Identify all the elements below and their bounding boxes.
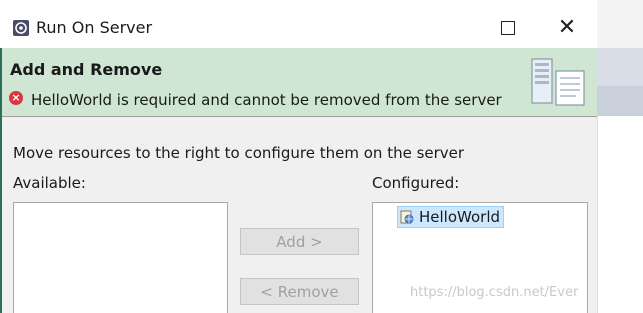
title-bar: Run On Server ✕: [2, 0, 597, 48]
available-list[interactable]: [13, 202, 228, 313]
watermark: https://blog.csdn.net/Ever: [410, 285, 579, 300]
background-window: [597, 0, 643, 313]
header-separator: [2, 116, 597, 117]
maximize-icon: [501, 21, 515, 35]
configured-item-helloworld[interactable]: HelloWorld: [397, 206, 505, 228]
background-tabbar: [597, 86, 643, 116]
remove-button[interactable]: < Remove: [240, 278, 359, 305]
error-icon: ×: [9, 91, 23, 105]
maximize-button[interactable]: [488, 14, 528, 42]
available-label: Available:: [13, 174, 86, 192]
add-button[interactable]: Add >: [240, 228, 359, 255]
web-module-icon: [400, 210, 414, 224]
server-run-icon: [13, 20, 29, 36]
close-button[interactable]: ✕: [547, 14, 587, 42]
list-item-label: HelloWorld: [419, 208, 501, 226]
run-on-server-dialog: Run On Server ✕ Add and Remove × HelloWo…: [2, 0, 597, 313]
background-editor: [597, 116, 643, 313]
wizard-header: Add and Remove × HelloWorld is required …: [2, 48, 597, 116]
page-title: Add and Remove: [10, 60, 163, 79]
error-message: HelloWorld is required and cannot be rem…: [31, 91, 502, 109]
server-wizard-icon: [531, 58, 585, 106]
close-icon: ✕: [557, 15, 577, 40]
background-toolbar: [597, 48, 643, 86]
configured-label: Configured:: [372, 174, 460, 192]
instructions-text: Move resources to the right to configure…: [13, 144, 465, 162]
window-title: Run On Server: [36, 18, 153, 37]
